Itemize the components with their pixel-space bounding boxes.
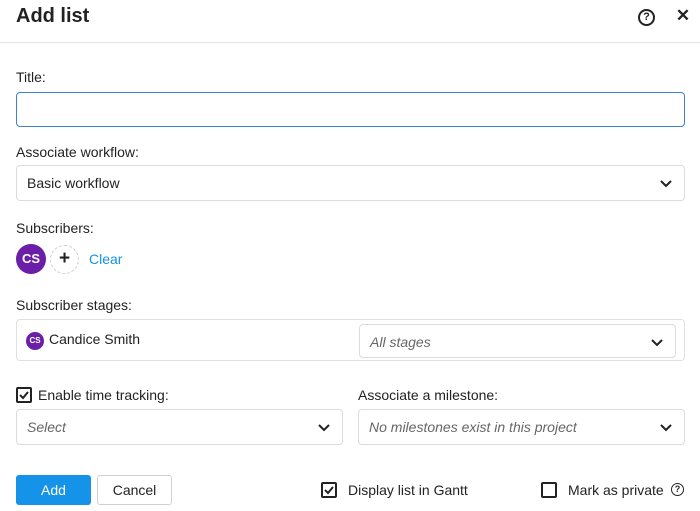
add-subscriber-button[interactable]: + [50,245,79,274]
dialog-header: Add list ? ✕ [0,0,700,43]
help-icon[interactable]: ? [638,9,655,26]
subscriber-name: Candice Smith [49,331,141,347]
milestone-select-placeholder: No milestones exist in this project [369,419,577,435]
avatar[interactable]: CS [16,244,46,274]
checkmark-icon [19,391,29,400]
display-in-gantt-label: Display list in Gantt [348,482,468,498]
chevron-down-icon [318,424,330,432]
plus-icon: + [58,248,71,269]
workflow-select[interactable]: Basic workflow [16,165,685,201]
display-in-gantt-checkbox[interactable] [321,482,337,498]
workflow-selected-value: Basic workflow [27,175,120,191]
stage-select-placeholder: All stages [370,334,431,350]
dialog-title: Add list [16,5,90,27]
close-icon[interactable]: ✕ [674,6,692,26]
mark-private-label: Mark as private [568,482,664,498]
mark-private-checkbox[interactable] [541,482,557,498]
subscriber-stages-label: Subscriber stages: [16,297,132,313]
milestone-label: Associate a milestone: [358,387,499,403]
subscriber-stages-row: CS Candice Smith All stages [16,319,685,361]
help-icon[interactable]: ? [671,483,684,496]
workflow-label: Associate workflow: [16,144,139,160]
clear-subscribers-link[interactable]: Clear [89,251,122,267]
time-tracking-select-placeholder: Select [27,419,66,435]
checkmark-icon [324,486,334,495]
time-tracking-checkbox[interactable] [16,387,32,403]
milestone-select[interactable]: No milestones exist in this project [358,409,685,445]
title-label: Title: [16,69,46,85]
subscribers-label: Subscribers: [16,220,94,236]
cancel-button[interactable]: Cancel [97,475,172,505]
chevron-down-icon [651,339,663,347]
time-tracking-label: Enable time tracking: [38,387,169,403]
chevron-down-icon [660,180,672,188]
avatar: CS [26,332,44,350]
time-tracking-select[interactable]: Select [16,409,343,445]
stage-select[interactable]: All stages [359,324,676,358]
chevron-down-icon [660,424,672,432]
title-input[interactable] [16,92,685,127]
add-button[interactable]: Add [16,475,91,505]
